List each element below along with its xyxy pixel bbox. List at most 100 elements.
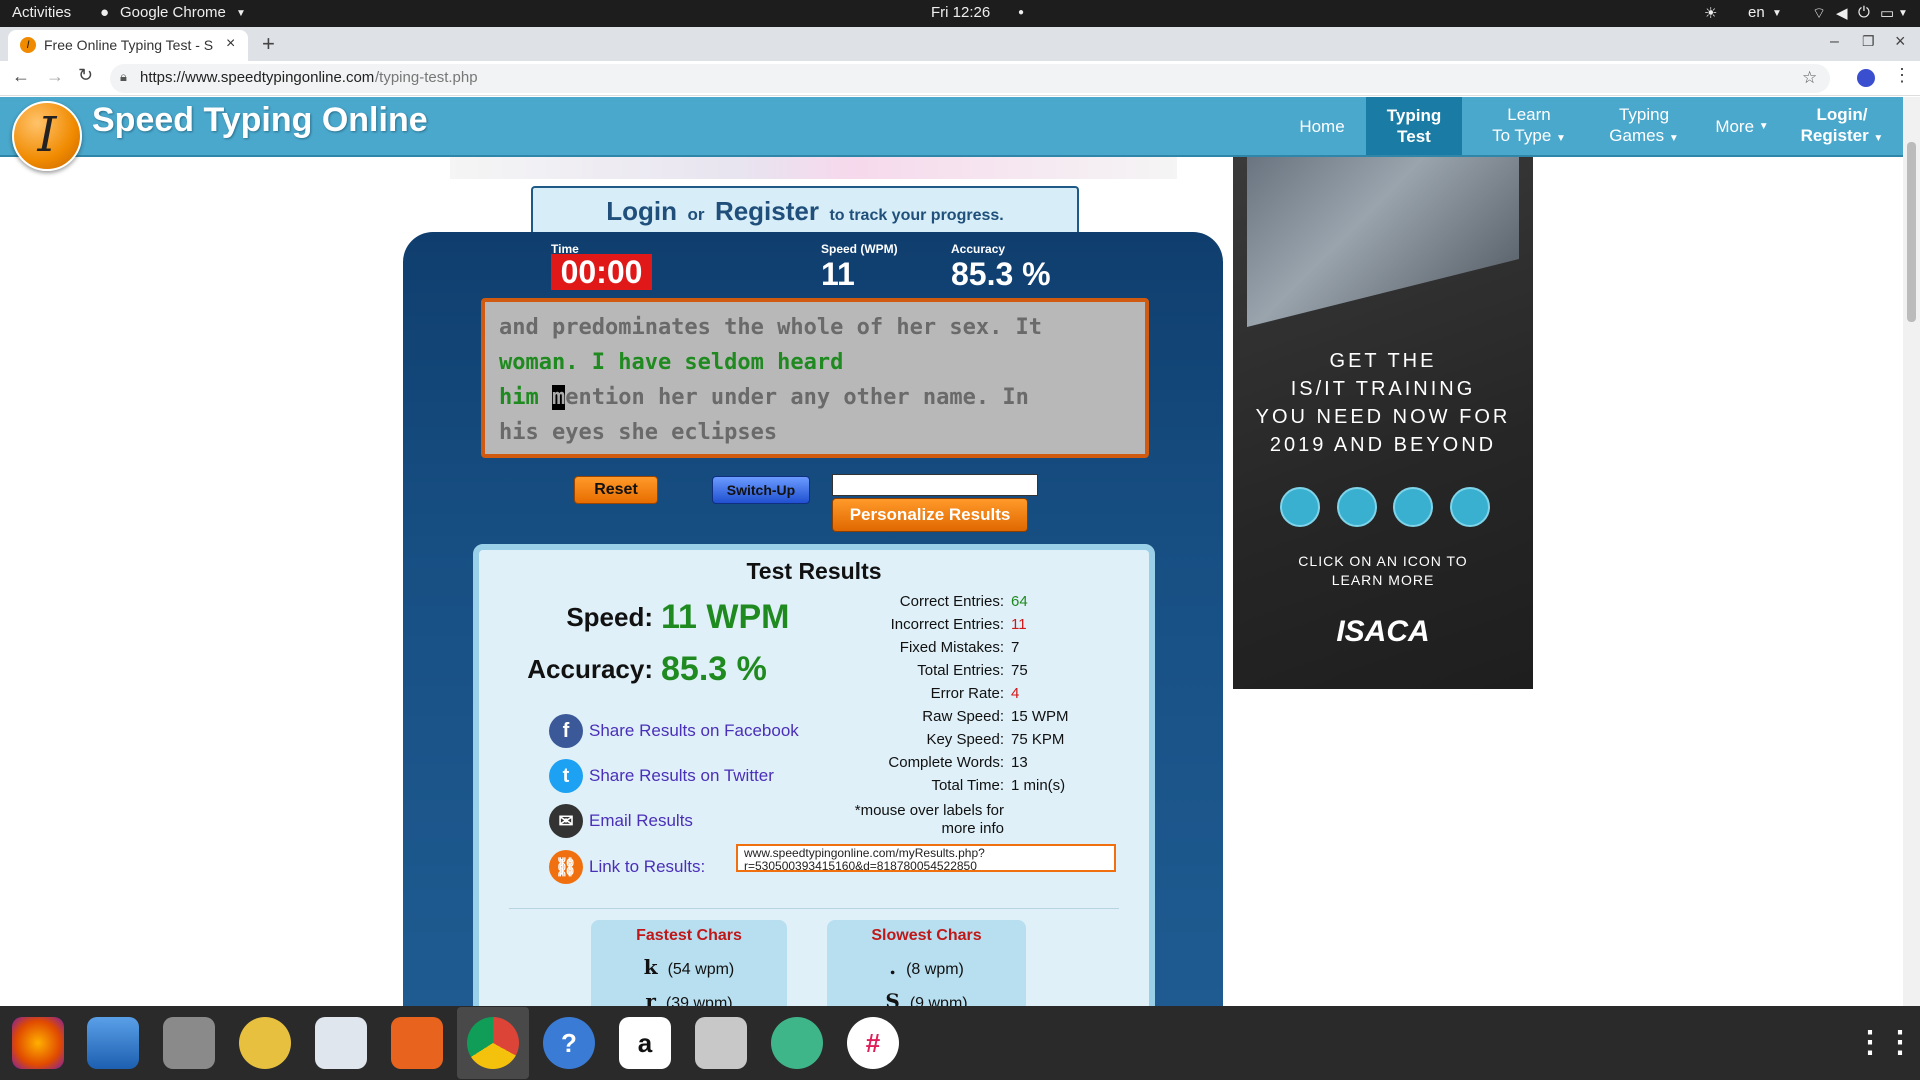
reset-button[interactable]: Reset	[574, 476, 658, 504]
detail-label[interactable]: Error Rate:	[931, 685, 1004, 702]
page-scrollbar[interactable]	[1903, 97, 1920, 1006]
files-icon[interactable]	[163, 1017, 215, 1069]
close-tab-icon[interactable]: ×	[226, 35, 235, 53]
ad-document-icon[interactable]	[1450, 487, 1490, 527]
detail-label[interactable]: Correct Entries:	[900, 593, 1004, 610]
detail-label[interactable]: Total Entries:	[917, 662, 1004, 679]
nav-home-label: Home	[1299, 116, 1345, 136]
wifi-icon[interactable]: ⌔	[1812, 4, 1826, 23]
tab-title: Free Online Typing Test - S	[44, 37, 214, 53]
detail-label[interactable]: Total Time:	[931, 777, 1004, 794]
email-results-row[interactable]: ✉ Email Results	[549, 804, 693, 838]
share-twitter-row[interactable]: t Share Results on Twitter	[549, 759, 774, 793]
show-apps-icon[interactable]: ⋮⋮	[1855, 1017, 1915, 1069]
chrome-icon[interactable]	[467, 1017, 519, 1069]
email-results-link[interactable]: Email Results	[589, 811, 693, 831]
lang-caret-icon[interactable]: ▼	[1772, 8, 1782, 19]
clock[interactable]: Fri 12:26	[931, 4, 990, 21]
new-tab-icon[interactable]: +	[262, 31, 275, 57]
reload-icon[interactable]: ↻	[78, 65, 93, 86]
detail-label[interactable]: Raw Speed:	[922, 708, 1004, 725]
detail-value: 4	[1011, 685, 1020, 702]
bookmark-star-icon[interactable]: ☆	[1802, 68, 1817, 88]
link-results-row[interactable]: ⛓ Link to Results:	[549, 850, 705, 884]
isaca-side-ad[interactable]: GET THE IS/IT TRAINING YOU NEED NOW FOR …	[1233, 157, 1533, 689]
tab-strip: I Free Online Typing Test - S × + – ❐ ×	[0, 27, 1920, 61]
forward-icon[interactable]: →	[46, 66, 64, 87]
help-icon[interactable]: ?	[543, 1017, 595, 1069]
login-link[interactable]: Login	[606, 196, 677, 226]
detail-label[interactable]: Complete Words:	[888, 754, 1004, 771]
typing-text-area[interactable]: and predominates the whole of her sex. I…	[481, 298, 1149, 458]
detail-label[interactable]: Incorrect Entries:	[891, 616, 1004, 633]
name-input[interactable]	[832, 474, 1038, 496]
amazon-icon[interactable]: a	[619, 1017, 671, 1069]
nav-label: Typing	[1618, 104, 1670, 124]
close-window-icon[interactable]: ×	[1895, 31, 1906, 52]
result-speed-value: 11 WPM	[661, 598, 790, 636]
top-ad-banner[interactable]	[450, 157, 1177, 179]
battery-icon[interactable]: ▭	[1880, 4, 1894, 22]
detail-label[interactable]: Key Speed:	[926, 731, 1004, 748]
system-menu-caret-icon[interactable]: ▼	[1898, 8, 1908, 19]
chrome-menu-icon[interactable]: ⋮	[1893, 65, 1911, 86]
extension-icon[interactable]	[1857, 69, 1875, 87]
nav-typing-test[interactable]: Typing Test	[1366, 97, 1462, 155]
ad-person-icon[interactable]	[1337, 487, 1377, 527]
detail-correct-entries: Correct Entries: 64	[839, 593, 1139, 616]
link-icon[interactable]: ⛓	[549, 850, 583, 884]
libreoffice-impress-icon[interactable]	[315, 1017, 367, 1069]
email-icon[interactable]: ✉	[549, 804, 583, 838]
software-center-icon[interactable]	[391, 1017, 443, 1069]
dropdown-caret-icon: ▼	[1873, 132, 1884, 144]
weather-icon[interactable]: ☀	[1704, 4, 1717, 22]
nav-learn-to-type[interactable]: Learn To Type ▼	[1476, 97, 1582, 155]
share-twitter-link[interactable]: Share Results on Twitter	[589, 766, 774, 786]
power-icon[interactable]: ⏻	[1858, 4, 1870, 21]
rhythmbox-icon[interactable]	[239, 1017, 291, 1069]
switch-up-button[interactable]: Switch-Up	[712, 476, 810, 504]
ad-video-icon[interactable]	[1280, 487, 1320, 527]
system-top-bar: Activities ● Google Chrome ▼ Fri 12:26 ●…	[0, 0, 1920, 27]
ad-cta-line: LEARN MORE	[1331, 572, 1435, 588]
ad-headline-line: GET THE	[1329, 350, 1437, 372]
address-bar[interactable]: 🔒︎ https://www.speedtypingonline.com /ty…	[110, 64, 1830, 93]
scrollbar-thumb[interactable]	[1907, 142, 1916, 322]
site-header: I Speed Typing Online Home Typing Test L…	[0, 97, 1903, 171]
login-band: Login or Register to track your progress…	[531, 186, 1079, 234]
share-facebook-row[interactable]: f Share Results on Facebook	[549, 714, 799, 748]
activities-button[interactable]: Activities	[12, 4, 71, 21]
input-language[interactable]: en	[1748, 4, 1765, 21]
app-menu[interactable]: Google Chrome	[120, 4, 226, 21]
nav-more[interactable]: More ▼	[1700, 97, 1784, 155]
screenshot-icon[interactable]	[695, 1017, 747, 1069]
personalize-results-button[interactable]: Personalize Results	[832, 498, 1028, 532]
link-results-label[interactable]: Link to Results:	[589, 857, 705, 877]
nav-typing-games[interactable]: Typing Games ▼	[1594, 97, 1694, 155]
test-results-panel: Test Results Speed: 11 WPM Accuracy: 85.…	[473, 544, 1155, 1030]
minimize-icon[interactable]: –	[1830, 33, 1839, 51]
volume-icon[interactable]: ◀	[1836, 4, 1848, 22]
firefox-icon[interactable]	[12, 1017, 64, 1069]
facebook-icon[interactable]: f	[549, 714, 583, 748]
thunderbird-icon[interactable]	[87, 1017, 139, 1069]
share-facebook-link[interactable]: Share Results on Facebook	[589, 721, 799, 741]
nav-home[interactable]: Home	[1285, 97, 1359, 155]
slack-icon[interactable]: #	[847, 1017, 899, 1069]
result-speed-label[interactable]: Speed:	[549, 602, 653, 633]
app-menu-caret-icon[interactable]: ▼	[236, 8, 246, 19]
restore-icon[interactable]: ❐	[1862, 33, 1875, 50]
site-logo[interactable]: I	[12, 101, 82, 171]
back-icon[interactable]: ←	[12, 66, 30, 87]
result-accuracy-label[interactable]: Accuracy:	[499, 654, 653, 685]
site-title[interactable]: Speed Typing Online	[92, 101, 428, 140]
nav-login-register[interactable]: Login/ Register ▼	[1790, 97, 1894, 155]
nav-label-text: Games	[1609, 125, 1665, 145]
tab-typing-test[interactable]: I Free Online Typing Test - S ×	[8, 30, 248, 61]
detail-label[interactable]: Fixed Mistakes:	[900, 639, 1004, 656]
atom-icon[interactable]	[771, 1017, 823, 1069]
twitter-icon[interactable]: t	[549, 759, 583, 793]
results-link-field[interactable]: www.speedtypingonline.com/myResults.php?…	[736, 844, 1116, 872]
register-link[interactable]: Register	[715, 196, 819, 226]
ad-classroom-icon[interactable]	[1393, 487, 1433, 527]
